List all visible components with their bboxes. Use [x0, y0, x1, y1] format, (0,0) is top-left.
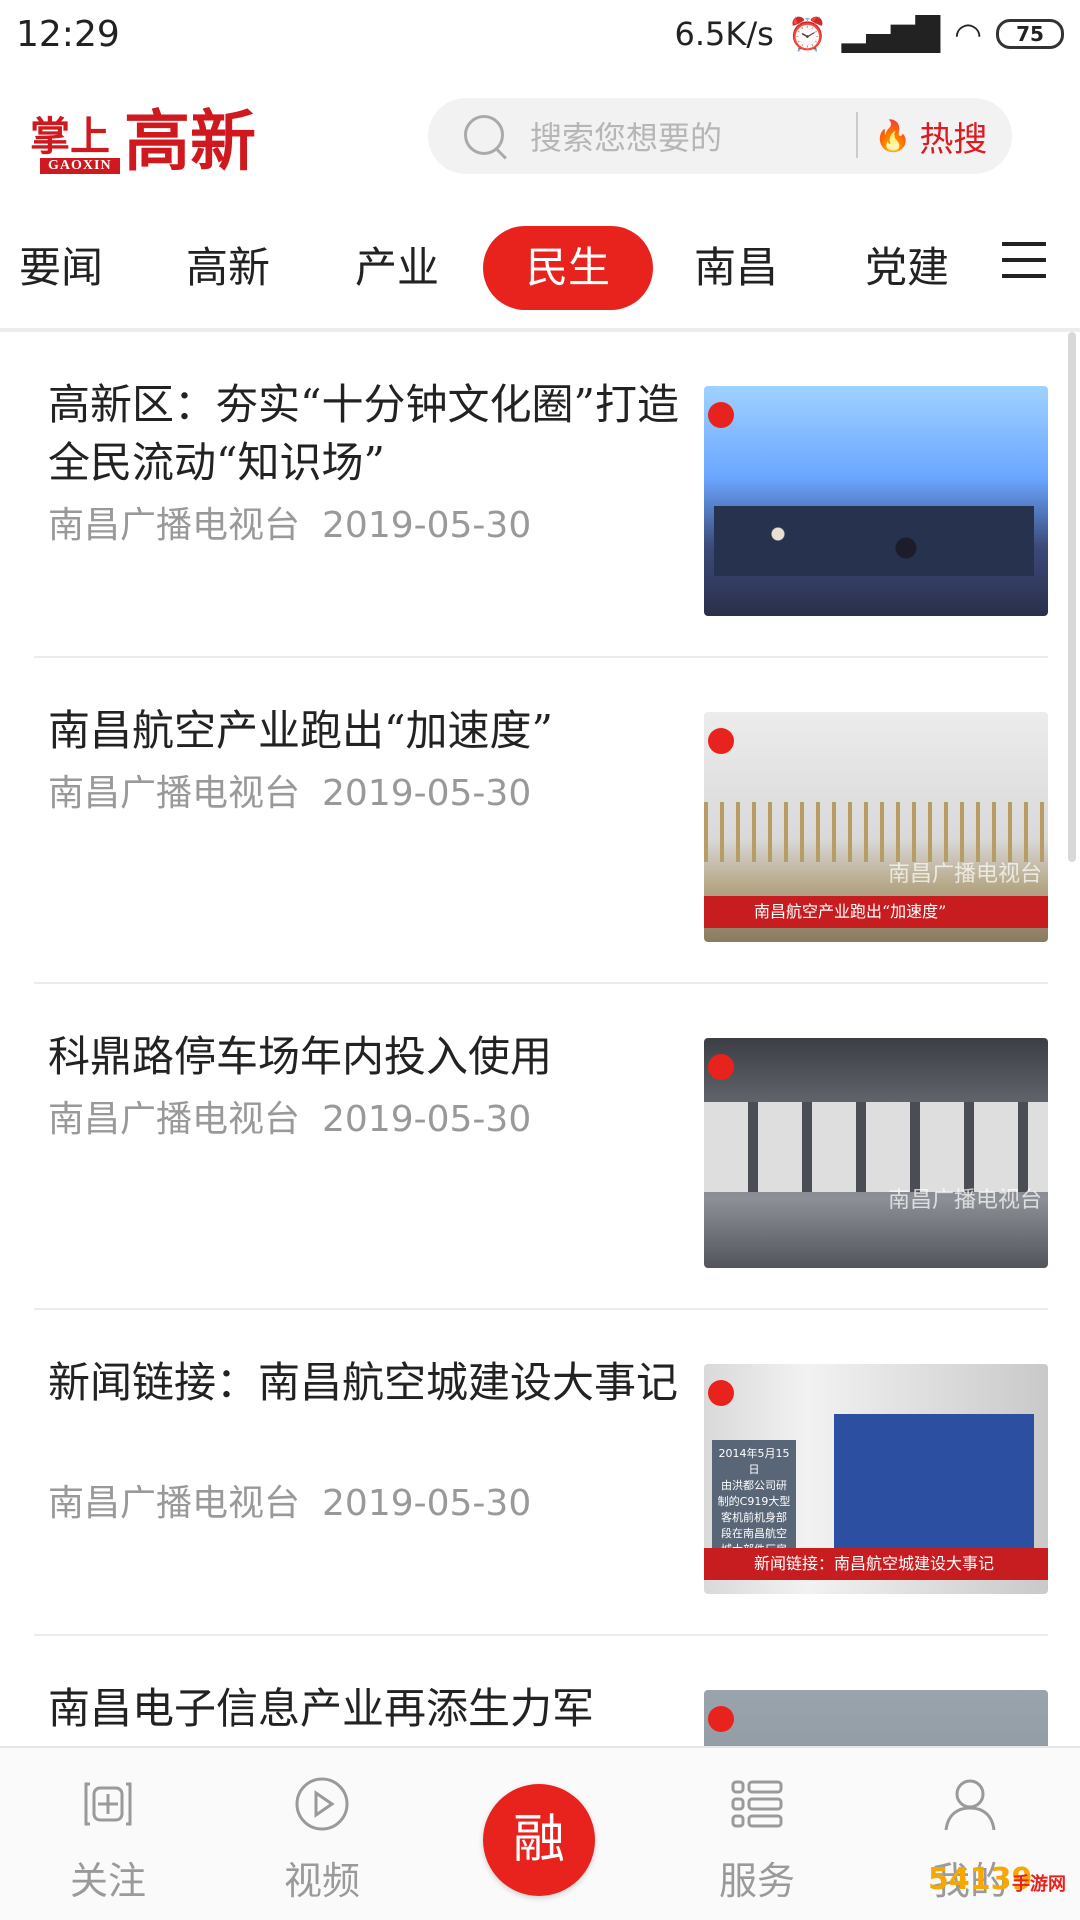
channel-logo-icon	[708, 1706, 734, 1732]
logo-big-text: 高新	[124, 102, 256, 180]
news-title: 南昌航空产业跑出“加速度”	[48, 706, 553, 755]
play-icon	[295, 1777, 349, 1831]
search-placeholder: 搜索您想要的	[530, 119, 723, 157]
app-logo: 掌上 GAOXIN 高新	[30, 102, 270, 180]
hot-search-button[interactable]: 🔥 热搜	[874, 98, 987, 174]
news-title: 科鼎路停车场年内投入使用	[48, 1032, 553, 1081]
thumbnail-scene	[714, 506, 1034, 576]
nav-video[interactable]: 视频	[247, 1748, 397, 1920]
wifi-icon: ◠	[954, 15, 982, 53]
nav-service[interactable]: 服务	[682, 1748, 832, 1920]
site-watermark-logo: 54139 手游网	[928, 1862, 1078, 1918]
thumbnail-scene	[704, 802, 1048, 862]
add-follow-icon	[84, 1782, 132, 1826]
tab-gaoxin[interactable]: 高新	[143, 226, 313, 310]
nav-follow[interactable]: 关注	[33, 1748, 183, 1920]
bottom-navigation: 关注 视频 融 服务 我的	[0, 1746, 1080, 1920]
news-item[interactable]: 南昌航空产业跑出“加速度” 南昌广播电视台 2019-05-30 南昌广播电视台 …	[34, 658, 1048, 984]
news-thumbnail: 2014年5月15日 由洪都公司研制的C919大型客机前机身部段在南昌航空城大部…	[704, 1364, 1048, 1594]
alarm-icon: ⏰	[787, 15, 828, 53]
thumbnail-watermark: 南昌广播电视台	[887, 1188, 1042, 1213]
status-icons: 6.5K/s ⏰ ▂▄▆█ ◠ 75	[674, 15, 1064, 53]
tab-nanchang[interactable]: 南昌	[651, 226, 821, 310]
search-divider	[856, 112, 858, 158]
news-meta: 南昌广播电视台 2019-05-30	[48, 764, 531, 816]
service-list-icon	[731, 1780, 783, 1828]
category-tabs: 要闻 高新 产业 民生 南昌 党建	[0, 222, 1080, 314]
app-header: 掌上 GAOXIN 高新 搜索您想要的 🔥 热搜	[0, 92, 1080, 202]
battery-icon: 75	[996, 19, 1064, 49]
logo-small-text: 掌上	[30, 113, 110, 160]
news-thumbnail: 南昌广播电视台 南昌航空产业跑出“加速度”	[704, 712, 1048, 942]
news-date: 2019-05-30	[322, 773, 532, 814]
watermark-sub: 手游网	[1012, 1874, 1066, 1895]
news-meta: 南昌广播电视台 2019-05-30	[48, 496, 531, 548]
news-item[interactable]: 新闻链接：南昌航空城建设大事记 南昌广播电视台 2019-05-30 2014年5…	[34, 1310, 1048, 1636]
channel-logo-icon	[708, 1054, 734, 1080]
news-source: 南昌广播电视台	[48, 1099, 301, 1140]
network-speed: 6.5K/s	[674, 15, 774, 53]
channel-logo-icon	[708, 728, 734, 754]
nav-label: 服务	[718, 1859, 795, 1903]
logo-latin-text: GAOXIN	[40, 158, 120, 174]
thumbnail-caption: 南昌航空产业跑出“加速度”	[704, 896, 1048, 928]
news-item[interactable]: 科鼎路停车场年内投入使用 南昌广播电视台 2019-05-30 南昌广播电视台	[34, 984, 1048, 1310]
thumbnail-sidepanel: 2014年5月15日 由洪都公司研制的C919大型客机前机身部段在南昌航空城大部…	[712, 1440, 796, 1572]
channel-logo-icon	[708, 402, 734, 428]
news-thumbnail	[704, 386, 1048, 616]
news-thumbnail: 南昌广播电视台	[704, 1038, 1048, 1268]
feed-scrollbar[interactable]	[1068, 332, 1076, 862]
news-item[interactable]: 南昌电子信息产业再添生力军	[34, 1636, 1048, 1746]
news-item[interactable]: 高新区：夯实“十分钟文化圈”打造全民流动“知识场” 南昌广播电视台 2019-05…	[34, 332, 1048, 658]
tab-chanye[interactable]: 产业	[312, 226, 482, 310]
news-title: 新闻链接：南昌航空城建设大事记	[48, 1358, 679, 1407]
news-title: 高新区：夯实“十分钟文化圈”打造全民流动“知识场”	[48, 380, 679, 487]
thumbnail-watermark: 南昌广播电视台	[887, 862, 1042, 887]
hot-search-label: 热搜	[919, 119, 988, 160]
fusion-center-button[interactable]: 融	[483, 1784, 595, 1896]
tab-minsheng[interactable]: 民生	[483, 226, 653, 310]
news-source: 南昌广播电视台	[48, 773, 301, 814]
news-meta: 南昌广播电视台 2019-05-30	[48, 1474, 531, 1526]
news-date: 2019-05-30	[322, 1483, 532, 1524]
tab-yaowen[interactable]: 要闻	[0, 226, 146, 310]
menu-icon[interactable]	[1002, 242, 1046, 278]
thumbnail-scene	[834, 1414, 1034, 1554]
news-feed[interactable]: 高新区：夯实“十分钟文化圈”打造全民流动“知识场” 南昌广播电视台 2019-05…	[0, 332, 1080, 1746]
nav-label: 视频	[283, 1859, 360, 1903]
thumbnail-scene	[704, 1102, 1048, 1192]
search-bar[interactable]: 搜索您想要的 🔥 热搜	[428, 98, 1012, 174]
flame-icon: 🔥	[874, 118, 912, 154]
news-title: 南昌电子信息产业再添生力军	[48, 1684, 595, 1733]
channel-logo-icon	[708, 1380, 734, 1406]
status-bar: 12:29 6.5K/s ⏰ ▂▄▆█ ◠ 75	[0, 0, 1080, 68]
search-icon	[462, 113, 508, 159]
status-time: 12:29	[16, 13, 120, 55]
thumbnail-caption: 新闻链接：南昌航空城建设大事记	[704, 1548, 1048, 1580]
tab-dangjian[interactable]: 党建	[822, 226, 992, 310]
signal-icon: ▂▄▆█	[841, 15, 941, 53]
news-meta: 南昌广播电视台 2019-05-30	[48, 1090, 531, 1142]
news-source: 南昌广播电视台	[48, 1483, 301, 1524]
thumbnail-date: 2014年5月15日	[718, 1447, 790, 1476]
news-date: 2019-05-30	[322, 505, 532, 546]
nav-label: 关注	[69, 1859, 146, 1903]
news-source: 南昌广播电视台	[48, 505, 301, 546]
news-date: 2019-05-30	[322, 1099, 532, 1140]
news-thumbnail	[704, 1690, 1048, 1746]
user-icon	[944, 1779, 996, 1831]
